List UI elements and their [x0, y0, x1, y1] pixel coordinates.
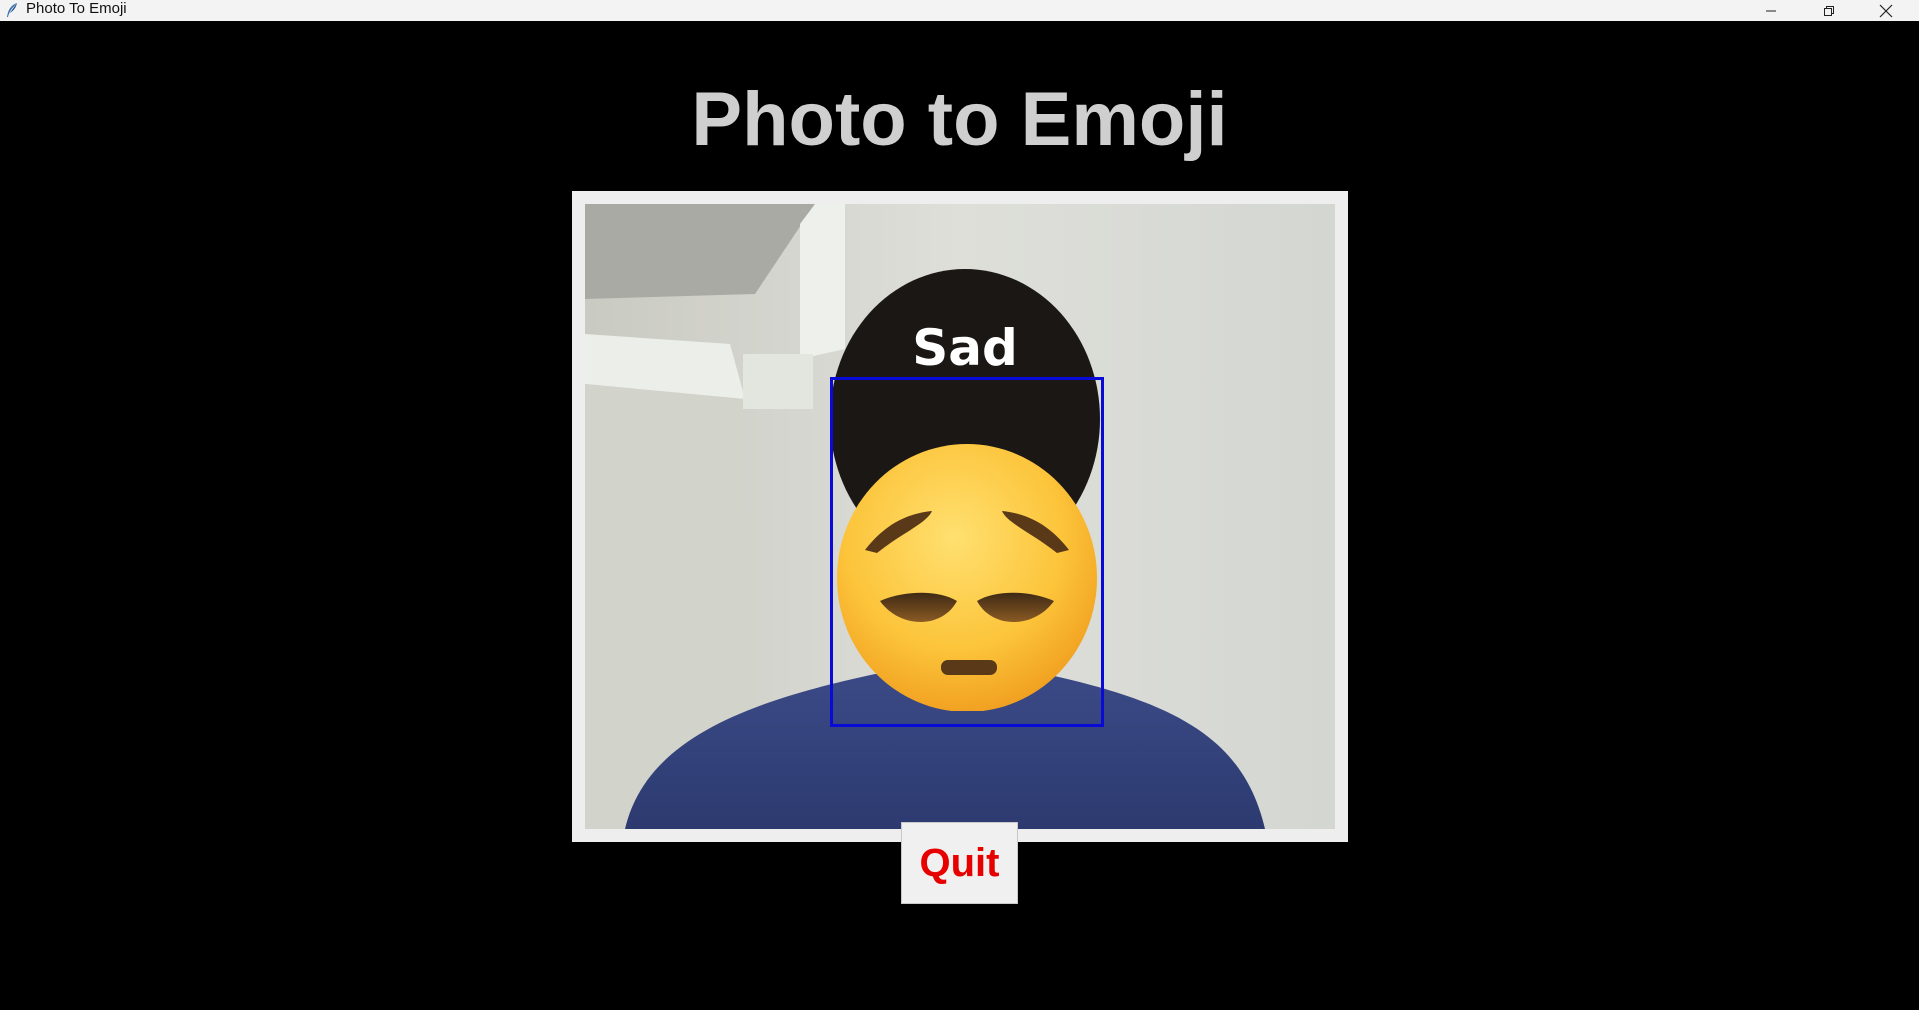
feather-icon: [5, 2, 19, 18]
close-button[interactable]: [1858, 0, 1914, 21]
minimize-icon: [1765, 5, 1777, 17]
restore-button[interactable]: [1801, 0, 1857, 21]
webcam-feed: Sad: [585, 204, 1335, 829]
emotion-label: Sad: [912, 319, 1018, 377]
page-title: Photo to Emoji: [691, 77, 1228, 162]
video-frame: Sad: [572, 191, 1348, 842]
quit-button[interactable]: Quit: [901, 822, 1018, 904]
pensive-face-emoji: [832, 441, 1102, 711]
minimize-button[interactable]: [1743, 0, 1799, 21]
window-titlebar: Photo To Emoji: [0, 0, 1919, 21]
restore-icon: [1823, 5, 1835, 17]
window-title: Photo To Emoji: [26, 0, 127, 17]
close-icon: [1879, 4, 1893, 18]
